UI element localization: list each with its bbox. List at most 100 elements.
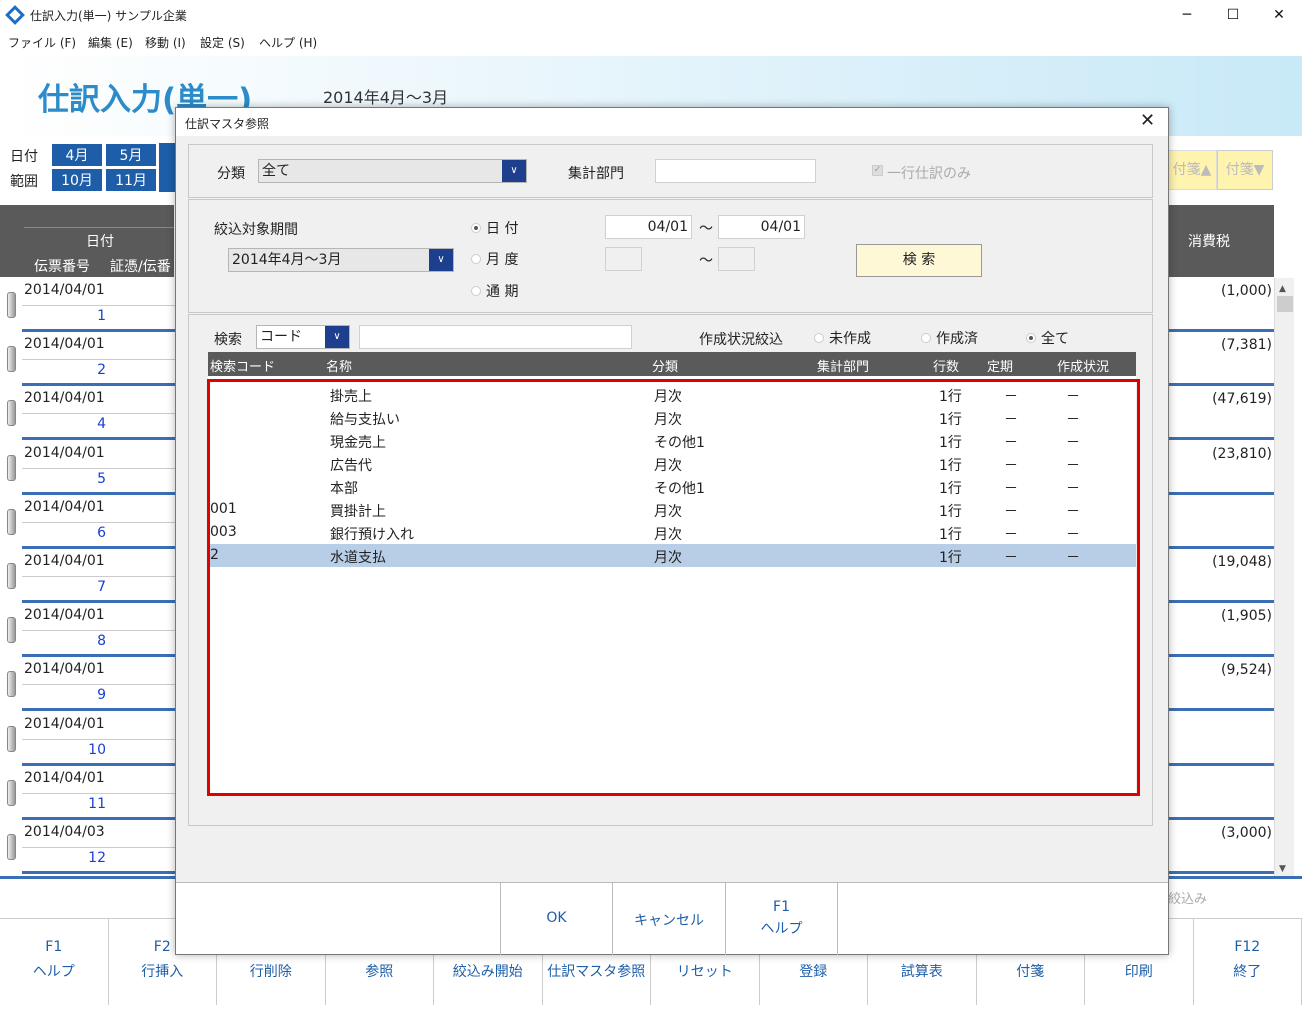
row-toggle-icon[interactable] — [7, 563, 16, 589]
fkey-button[interactable]: F12 終了 — [1194, 919, 1302, 1005]
month-from-input[interactable] — [605, 247, 642, 271]
row-toggle-icon[interactable] — [7, 346, 16, 373]
radio-month-label: 月 度 — [486, 252, 519, 268]
cancel-button[interactable]: キャンセル — [612, 883, 725, 955]
month-nov[interactable]: 11月 — [105, 168, 157, 192]
menu-move[interactable]: 移動 (I) — [145, 34, 186, 51]
journal-row[interactable]: 2014/04/01 6 — [0, 494, 175, 549]
window-title: 仕訳入力(単一) サンプル企業 — [30, 9, 187, 23]
scroll-thumb[interactable] — [1277, 296, 1293, 312]
period-value: 2014年4月～3月 — [232, 252, 342, 268]
row-toggle-icon[interactable] — [7, 454, 16, 481]
menu-file[interactable]: ファイル (F) — [8, 34, 76, 51]
fkey-button[interactable]: F1 ヘルプ — [0, 919, 109, 1005]
month-oct[interactable]: 10月 — [51, 168, 103, 192]
row-separator — [1168, 600, 1274, 603]
col-periodic[interactable]: 定期 — [987, 356, 1013, 375]
month-apr[interactable]: 4月 — [51, 143, 103, 167]
col-dept[interactable]: 集計部門 — [817, 356, 869, 375]
ok-button[interactable]: OK — [500, 883, 612, 955]
row-handle — [0, 386, 22, 441]
single-only-checkbox[interactable]: ✓ — [872, 165, 883, 176]
col-lines[interactable]: 行数 — [933, 356, 959, 375]
status-none-radio[interactable] — [814, 333, 824, 343]
row-slip-number: 1 — [97, 308, 106, 324]
row-header-corner — [0, 205, 24, 277]
menu-settings[interactable]: 設定 (S) — [200, 34, 245, 51]
row-toggle-icon[interactable] — [7, 508, 16, 535]
month-to-input[interactable] — [718, 247, 755, 271]
fkey-label: 絞込み開始 — [452, 964, 523, 980]
col-status[interactable]: 作成状況 — [1057, 356, 1109, 375]
chevron-down-icon[interactable]: ∨ — [429, 249, 453, 271]
row-toggle-icon[interactable] — [7, 617, 16, 644]
close-button[interactable]: ✕ — [1256, 0, 1302, 30]
radio-month[interactable] — [471, 254, 481, 264]
scroll-down-icon[interactable]: ▼ — [1279, 864, 1286, 874]
row-tax: (19,048) — [1212, 554, 1272, 570]
fkey-label: 試算表 — [900, 964, 943, 980]
tag-up-button[interactable]: 付箋▲ — [1167, 150, 1217, 190]
journal-row[interactable]: 2014/04/01 8 — [0, 603, 175, 658]
journal-master-dialog: 仕訳マスタ参照 ✕ 分類 全て ∨ 集計部門 ✓ 一行仕訳のみ 絞込対象期間 2… — [175, 107, 1169, 955]
dialog-title: 仕訳マスタ参照 — [185, 117, 270, 131]
search-button[interactable]: 検 索 — [856, 244, 982, 277]
col-category[interactable]: 分類 — [652, 356, 678, 375]
journal-row[interactable]: 2014/04/01 7 — [0, 549, 175, 603]
category-select[interactable]: 全て ∨ — [258, 159, 527, 183]
month-may[interactable]: 5月 — [105, 143, 157, 167]
month-tilde: ～ — [699, 253, 713, 269]
menu-help[interactable]: ヘルプ (H) — [259, 34, 317, 51]
row-date: 2014/04/01 — [24, 336, 105, 353]
chevron-down-icon[interactable]: ∨ — [502, 160, 526, 182]
journal-row[interactable]: 2014/04/01 10 — [0, 711, 175, 766]
filter-panel: 分類 全て ∨ 集計部門 ✓ 一行仕訳のみ — [188, 144, 1153, 198]
row-slip-number: 11 — [88, 795, 106, 812]
scroll-up-icon[interactable]: ▲ — [1279, 284, 1286, 294]
status-done-radio[interactable] — [921, 333, 931, 343]
journal-row[interactable]: 2014/04/01 2 — [0, 332, 175, 387]
row-date: 2014/04/01 — [24, 769, 105, 786]
tag-down-button[interactable]: 付箋▼ — [1217, 150, 1273, 190]
row-toggle-icon[interactable] — [7, 292, 16, 318]
row-date: 2014/04/01 — [24, 390, 105, 407]
date-from-input[interactable]: 04/01 — [605, 215, 692, 239]
highlight-frame — [207, 379, 1140, 796]
period-select[interactable]: 2014年4月～3月 ∨ — [228, 248, 454, 272]
journal-row[interactable]: 2014/04/01 9 — [0, 657, 175, 712]
journal-row[interactable]: 2014/04/03 12 — [0, 820, 175, 874]
row-divider — [22, 576, 175, 577]
scrollbar[interactable]: ▲ ▼ — [1274, 278, 1294, 878]
help-button[interactable]: F1 ヘルプ — [725, 883, 838, 955]
minimize-button[interactable]: ─ — [1164, 0, 1210, 30]
row-divider — [22, 359, 175, 361]
journal-row[interactable]: 2014/04/01 5 — [0, 440, 175, 495]
row-toggle-icon[interactable] — [7, 725, 16, 752]
row-separator — [1168, 762, 1274, 766]
col-voucher: 証憑/伝番 — [110, 259, 171, 275]
row-toggle-icon[interactable] — [7, 834, 16, 860]
radio-year[interactable] — [471, 286, 481, 296]
fkey-label: ヘルプ — [32, 964, 75, 980]
radio-date[interactable] — [471, 223, 481, 233]
journal-row[interactable]: 2014/04/01 11 — [0, 765, 175, 820]
dialog-close-icon[interactable]: ✕ — [1140, 110, 1155, 131]
menu-edit[interactable]: 編集 (E) — [88, 34, 133, 51]
search-type-select[interactable]: コード ∨ — [256, 325, 350, 349]
row-divider — [22, 521, 175, 523]
status-all-radio[interactable] — [1026, 333, 1036, 343]
row-toggle-icon[interactable] — [7, 400, 16, 427]
journal-row[interactable]: 2014/04/01 4 — [0, 386, 175, 441]
dept-input[interactable] — [655, 159, 816, 183]
row-toggle-icon[interactable] — [7, 779, 16, 806]
row-toggle-icon[interactable] — [7, 671, 16, 698]
chevron-down-icon[interactable]: ∨ — [325, 326, 349, 348]
search-input[interactable] — [359, 325, 632, 349]
col-code[interactable]: 検索コード — [210, 356, 275, 375]
col-name[interactable]: 名称 — [326, 356, 352, 375]
app-icon — [5, 5, 25, 25]
row-tax: (9,524) — [1220, 662, 1272, 679]
date-to-input[interactable]: 04/01 — [718, 215, 805, 239]
journal-row[interactable]: 2014/04/01 1 — [0, 278, 175, 332]
maximize-button[interactable]: ☐ — [1210, 0, 1256, 30]
